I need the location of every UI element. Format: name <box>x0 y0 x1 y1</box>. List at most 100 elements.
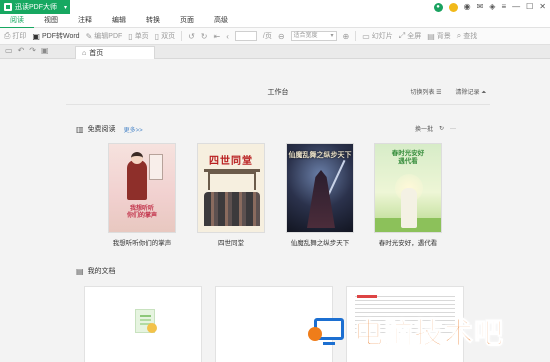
book-title[interactable]: 我想听听你们的掌声 <box>108 237 176 247</box>
menu-view[interactable]: 视图 <box>34 14 68 28</box>
book-cover[interactable]: 春时光安好 遇代看 <box>374 143 442 233</box>
free-reading-header: ▥ 免费阅读 更多>> <box>76 124 143 134</box>
fullscreen-button[interactable]: ⤢ 全屏 <box>399 31 421 41</box>
fullscreen-icon: ⤢ <box>398 31 406 40</box>
zoom-in-icon[interactable]: ⊕ <box>343 32 350 41</box>
badge-icon <box>147 323 157 333</box>
single-page-button[interactable]: ▯ 单页 <box>128 31 148 41</box>
close-button[interactable]: ✕ <box>539 1 546 13</box>
fullscreen-label: 全屏 <box>407 33 422 40</box>
home-icon: ⌂ <box>82 49 87 57</box>
my-docs-header: ▤ 我的文档 <box>76 266 116 276</box>
app-menu-button[interactable]: 迅读PDF大师 ▾ <box>0 0 70 14</box>
divider <box>66 104 490 105</box>
first-page-icon[interactable]: ⇤ <box>214 32 221 41</box>
print-label: 打印 <box>12 33 27 40</box>
workspace-actions: 切换列表 ☰ 清除记录 ⏶ <box>410 86 486 100</box>
switch-list-button[interactable]: 切换列表 ☰ <box>410 86 441 100</box>
background-button[interactable]: ▤ 背景 <box>427 31 451 41</box>
edit-pdf-label: 编辑PDF <box>94 33 123 40</box>
search-label: 查找 <box>463 33 478 40</box>
zoom-select[interactable]: 适合宽度 <box>290 31 337 41</box>
workspace-header: 工作台 切换列表 ☰ 清除记录 ⏶ <box>66 86 490 100</box>
title-bar: 迅读PDF大师 ▾ 阅读 视图 注释 编辑 转换 页面 高级 ● ◉ ✉ ◈ ≡… <box>0 0 550 28</box>
menu-icon[interactable]: ≡ <box>501 1 506 13</box>
more-link[interactable]: 更多>> <box>124 125 143 134</box>
print-button[interactable]: ⎙ 打印 <box>4 31 26 41</box>
menu-edit[interactable]: 编辑 <box>102 14 136 28</box>
my-docs-title: 我的文档 <box>87 268 116 275</box>
edit-pdf-button[interactable]: ✎ 编辑PDF <box>86 31 123 41</box>
menu-convert[interactable]: 转换 <box>136 14 170 28</box>
skin-icon[interactable]: ◈ <box>489 1 495 13</box>
save-icon[interactable]: ▣ <box>41 46 49 55</box>
main-menu: 阅读 视图 注释 编辑 转换 页面 高级 <box>0 14 238 28</box>
cover-art <box>204 192 260 226</box>
pdf-to-word-label: PDF转Word <box>41 33 80 40</box>
menu-annotate[interactable]: 注释 <box>68 14 102 28</box>
document-card[interactable] <box>84 286 202 362</box>
cover-art <box>127 160 147 200</box>
edit-icon: ✎ <box>85 31 93 41</box>
app-name: 迅读PDF大师 <box>15 4 57 11</box>
book-cover[interactable]: 四世同堂 <box>197 143 265 233</box>
user-icon[interactable]: ● <box>433 2 443 12</box>
book-title[interactable]: 仙魔乱舞之纵步天下 <box>286 237 354 247</box>
printer-icon: ⎙ <box>4 31 11 40</box>
free-reading-title: 免费阅读 <box>87 126 116 133</box>
refresh-batch-button[interactable]: 换一批 <box>415 124 433 133</box>
ok-icon[interactable]: ◉ <box>464 1 471 13</box>
menu-page[interactable]: 页面 <box>170 14 204 28</box>
background-icon: ▤ <box>427 31 435 41</box>
window-controls: ● ◉ ✉ ◈ ≡ — ☐ ✕ <box>433 1 546 13</box>
rotate-left-icon[interactable]: ↺ <box>188 32 195 41</box>
slideshow-button[interactable]: ▭ 幻灯片 <box>362 31 393 41</box>
tab-bar: ▭ ↶ ↷ ▣ ⌂ 首页 <box>0 45 550 59</box>
watermark-text: 电脑技术吧 <box>353 316 505 351</box>
toolbar-divider <box>181 31 183 41</box>
book-title[interactable]: 四世同堂 <box>197 237 265 247</box>
book-title[interactable]: 春时光安好，遇代看 <box>374 237 442 247</box>
document-thumbnail <box>357 295 377 298</box>
open-folder-icon[interactable]: ▭ <box>5 46 13 55</box>
cover-art <box>307 170 335 228</box>
refresh-icon[interactable]: ↻ <box>439 125 444 132</box>
book-card[interactable]: 四世同堂 四世同堂 <box>197 143 265 247</box>
book-card[interactable]: 我想听听 你们的掌声 我想听听你们的掌声 <box>108 143 176 247</box>
pdf-to-word-button[interactable]: ▣ PDF转Word <box>32 31 79 41</box>
slideshow-label: 幻灯片 <box>371 33 393 40</box>
book-card[interactable]: 春时光安好 遇代看 春时光安好，遇代看 <box>374 143 442 247</box>
cover-title: 仙魔乱舞之纵步天下 <box>288 152 352 159</box>
redo-icon[interactable]: ↷ <box>29 46 36 55</box>
double-page-label: 双页 <box>161 33 176 40</box>
book-cover[interactable]: 我想听听 你们的掌声 <box>108 143 176 233</box>
refresh-area: 换一批 ↻ ··· <box>415 124 456 134</box>
prev-page-icon[interactable]: ‹ <box>226 32 229 41</box>
book-card[interactable]: 仙魔乱舞之纵步天下 仙魔乱舞之纵步天下 <box>286 143 354 247</box>
watermark: 电脑技术吧 <box>308 310 504 352</box>
more-options-icon[interactable]: ··· <box>450 126 456 132</box>
quick-access: ▭ ↶ ↷ ▣ <box>5 46 49 55</box>
cover-title: 四世同堂 <box>209 156 253 167</box>
rotate-right-icon[interactable]: ↻ <box>201 32 208 41</box>
tab-home-label: 首页 <box>89 50 104 57</box>
page-total: /页 <box>262 33 272 40</box>
search-button[interactable]: ⌕ 查找 <box>457 31 477 41</box>
mail-icon[interactable]: ✉ <box>477 1 484 13</box>
double-page-button[interactable]: ▯ 双页 <box>155 31 175 41</box>
chevron-down-icon: ▾ <box>63 4 67 11</box>
minimize-button[interactable]: — <box>512 1 520 13</box>
pdf-word-icon: ▣ <box>32 31 40 41</box>
maximize-button[interactable]: ☐ <box>526 1 533 13</box>
tab-home[interactable]: ⌂ 首页 <box>75 46 155 59</box>
undo-icon[interactable]: ↶ <box>18 46 25 55</box>
search-icon: ⌕ <box>456 31 462 40</box>
coin-icon[interactable] <box>448 2 458 12</box>
menu-read[interactable]: 阅读 <box>0 14 34 28</box>
clear-history-button[interactable]: 清除记录 ⏶ <box>456 86 486 100</box>
toolbar-divider <box>355 31 357 41</box>
zoom-out-icon[interactable]: ⊖ <box>278 32 285 41</box>
page-number-input[interactable] <box>234 31 257 41</box>
book-cover[interactable]: 仙魔乱舞之纵步天下 <box>286 143 354 233</box>
menu-advanced[interactable]: 高级 <box>204 14 238 28</box>
